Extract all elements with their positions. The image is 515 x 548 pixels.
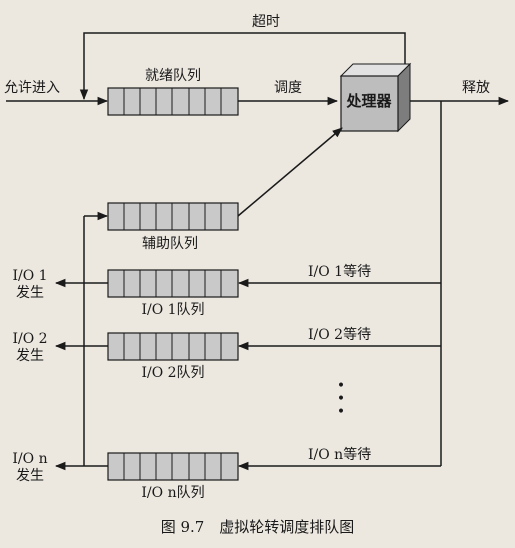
aux-queue-label: 辅助队列 (142, 236, 198, 252)
diagram-canvas (6, 32, 510, 481)
figure-caption: 图 9.7 虚拟轮转调度排队图 (160, 518, 355, 536)
ion-wait-label: I/O n等待 (308, 447, 372, 463)
ready-queue (107, 87, 239, 116)
release-label: 释放 (462, 80, 490, 96)
io1-wait-label: I/O 1等待 (308, 264, 372, 280)
ready-queue-label: 就绪队列 (145, 68, 201, 84)
ion-queue (107, 452, 239, 481)
admit-label: 允许进入 (4, 80, 60, 96)
io2-queue-label: I/O 2队列 (141, 365, 205, 381)
io2-wait-label: I/O 2等待 (308, 327, 372, 343)
dispatch-label: 调度 (274, 80, 302, 96)
ion-queue-label: I/O n队列 (141, 485, 205, 501)
io2-occurs-label: I/O 2 发生 (12, 331, 48, 364)
aux-queue (107, 202, 239, 231)
aux-to-processor-arrow (237, 127, 343, 217)
io1-occurs-label: I/O 1 发生 (12, 268, 48, 301)
io2-queue (107, 332, 239, 361)
io1-queue-label: I/O 1队列 (141, 302, 205, 318)
ellipsis: • • • (336, 378, 346, 420)
io1-queue (107, 269, 239, 298)
ion-occurs-label: I/O n 发生 (12, 451, 48, 484)
timeout-label: 超时 (252, 14, 280, 30)
queueing-diagram: 超时 允许进入 就绪队列 调度 处理器 释放 辅助队列 I/O 1 发生 I/O… (0, 0, 515, 548)
processor-label: 处理器 (346, 92, 392, 110)
